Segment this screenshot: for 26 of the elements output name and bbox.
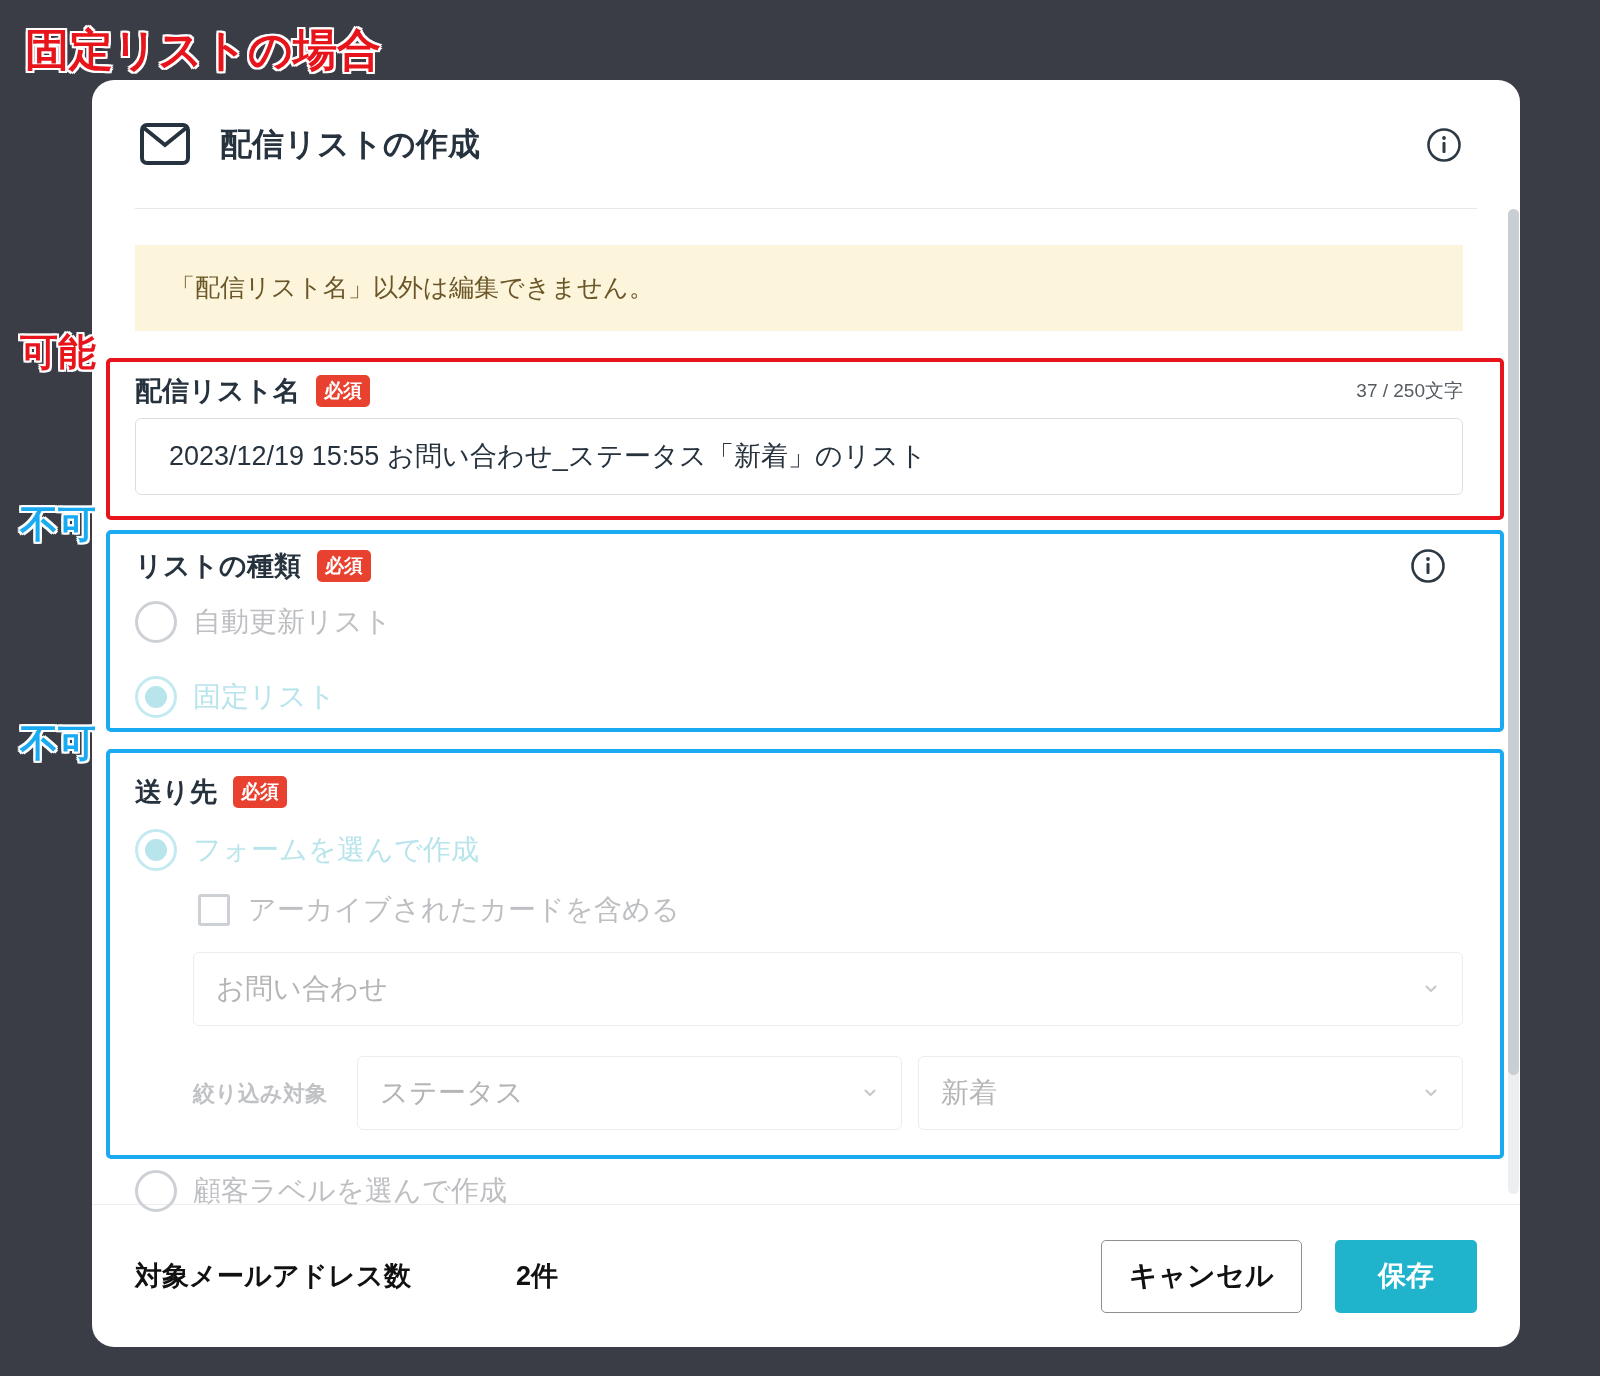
annotation-title: 固定リストの場合 — [25, 24, 381, 76]
chevron-down-icon — [1424, 984, 1438, 994]
chevron-down-icon — [1424, 1088, 1438, 1098]
field-label: 送り先 — [135, 775, 217, 809]
cancel-button[interactable]: キャンセル — [1101, 1239, 1302, 1313]
notice-banner: 「配信リスト名」以外は編集できません。 — [135, 245, 1463, 331]
text-input[interactable]: 2023/12/19 15:55 お問い合わせ_ステータス「新着」のリスト — [135, 418, 1463, 495]
required-badge: 必須 — [317, 550, 371, 582]
save-button[interactable]: 保存 — [1335, 1239, 1477, 1313]
footer-label: 対象メールアドレス数 — [135, 1259, 411, 1293]
filter-label: 絞り込み対象 — [193, 1079, 328, 1108]
character-counter: 37 / 250文字 — [1356, 378, 1463, 403]
chevron-down-icon — [863, 1088, 877, 1098]
radio-label: フォームを選んで作成 — [193, 833, 479, 867]
mail-icon — [140, 123, 190, 165]
dialog-title: 配信リストの作成 — [220, 125, 480, 164]
radio-label: 自動更新リスト — [193, 605, 392, 639]
required-badge: 必須 — [316, 375, 370, 407]
field-label: リストの種類 — [135, 549, 301, 583]
required-badge: 必須 — [233, 776, 287, 808]
checkbox-label: アーカイブされたカードを含める — [248, 893, 680, 927]
radio-label: 顧客ラベルを選んで作成 — [193, 1174, 507, 1208]
radio-label: 固定リスト — [193, 680, 336, 714]
field-label: 配信リスト名 — [135, 374, 300, 408]
info-icon[interactable] — [1426, 127, 1462, 163]
address-count: 2件 — [516, 1259, 559, 1293]
